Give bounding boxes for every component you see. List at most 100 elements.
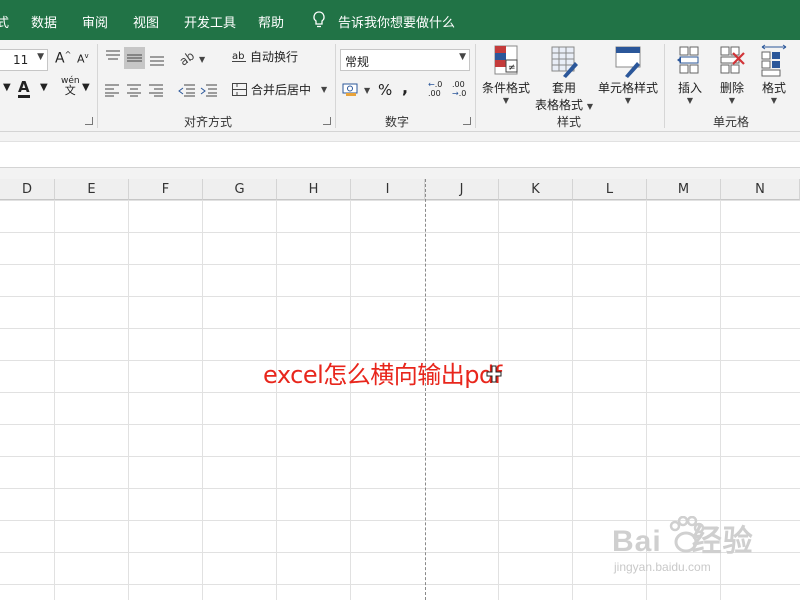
chevron-down-icon: ▼ bbox=[502, 96, 510, 105]
font-dialog-launcher[interactable] bbox=[85, 117, 93, 125]
align-left-icon[interactable] bbox=[104, 83, 120, 97]
shrink-font-button[interactable]: Av bbox=[77, 52, 89, 66]
styles-group-label: 样式 bbox=[557, 115, 582, 129]
chevron-down-icon[interactable]: ▼ bbox=[199, 55, 205, 64]
format-cells-icon bbox=[761, 44, 787, 77]
align-top-icon[interactable] bbox=[104, 49, 122, 63]
column-header-g[interactable]: G bbox=[203, 179, 277, 200]
chevron-down-icon[interactable]: ▼ bbox=[40, 82, 48, 93]
align-center-icon[interactable] bbox=[126, 83, 142, 97]
formula-bar[interactable] bbox=[0, 142, 800, 168]
delete-cells-button[interactable]: 删除 ▼ bbox=[715, 44, 749, 105]
watermark-brand: Bai bbox=[612, 525, 662, 558]
chevron-down-icon: ▼ bbox=[728, 96, 736, 105]
orientation-icon[interactable]: ab bbox=[178, 50, 198, 66]
cells-group-label: 单元格 bbox=[713, 115, 750, 129]
column-header-m[interactable]: M bbox=[647, 179, 721, 200]
insert-cells-button[interactable]: 插入 ▼ bbox=[673, 44, 707, 105]
increase-indent-icon[interactable] bbox=[200, 83, 218, 97]
column-header-j[interactable]: J bbox=[425, 179, 499, 200]
cell-styles-button[interactable]: 单元格样式 ▼ bbox=[597, 44, 659, 105]
gridline bbox=[498, 200, 499, 600]
font-size-value: 11 bbox=[13, 53, 29, 67]
chevron-down-icon[interactable]: ▼ bbox=[364, 86, 370, 95]
tab-data[interactable]: 数据 bbox=[31, 12, 57, 31]
column-header-i[interactable]: I bbox=[351, 179, 425, 200]
column-header-l[interactable]: L bbox=[573, 179, 647, 200]
decrease-indent-icon[interactable] bbox=[178, 83, 196, 97]
tab-help[interactable]: 帮助 bbox=[258, 12, 284, 31]
chevron-down-icon: ▼ bbox=[459, 52, 466, 62]
gridline bbox=[54, 200, 55, 600]
chevron-down-icon[interactable]: ▼ bbox=[82, 82, 90, 93]
chevron-down-icon: ▼ bbox=[37, 52, 44, 62]
gridline bbox=[350, 200, 351, 600]
svg-text:ab: ab bbox=[178, 50, 197, 66]
column-header-h[interactable]: H bbox=[277, 179, 351, 200]
column-header-f[interactable]: F bbox=[129, 179, 203, 200]
percent-style-button[interactable]: % bbox=[378, 81, 392, 99]
number-group-label: 数字 bbox=[385, 115, 410, 129]
merge-center-button[interactable]: 合并后居中 ▼ bbox=[232, 81, 327, 98]
cell-styles-icon bbox=[615, 46, 641, 78]
conditional-formatting-icon: ≠ bbox=[494, 45, 518, 75]
gridline bbox=[128, 200, 129, 600]
format-as-table-label-2: 表格格式 ▼ bbox=[535, 98, 593, 112]
chevron-down-icon: ▼ bbox=[686, 96, 694, 105]
insert-label: 插入 bbox=[677, 81, 702, 95]
gridline bbox=[202, 200, 203, 600]
format-as-table-button[interactable]: 套用 表格格式 ▼ bbox=[534, 44, 594, 113]
format-label: 格式 bbox=[761, 81, 786, 95]
tab-review[interactable]: 审阅 bbox=[82, 12, 108, 31]
align-middle-button[interactable] bbox=[124, 47, 145, 69]
paw-icon bbox=[669, 516, 704, 553]
column-header-d[interactable]: D bbox=[0, 179, 55, 200]
lightbulb-icon[interactable] bbox=[312, 11, 326, 29]
column-header-e[interactable]: E bbox=[55, 179, 129, 200]
group-separator bbox=[97, 44, 98, 128]
format-as-table-label-1: 套用 bbox=[551, 81, 576, 95]
ribbon: 11 ▼ A^ Av ▼ A ▼ wén 文 ▼ ab ▼ ab 自动换行 合并… bbox=[0, 40, 800, 132]
formula-gap bbox=[0, 168, 800, 179]
chevron-down-icon[interactable]: ▼ bbox=[3, 82, 11, 93]
increase-decimal-button[interactable]: ←.0 .00 bbox=[428, 80, 442, 98]
align-right-icon[interactable] bbox=[148, 83, 164, 97]
phonetic-guide-button[interactable]: wén 文 bbox=[61, 76, 80, 96]
number-format-combo[interactable]: 常规 ▼ bbox=[340, 49, 470, 71]
wrap-text-button[interactable]: ab 自动换行 bbox=[232, 48, 298, 65]
wrap-text-label: 自动换行 bbox=[250, 50, 299, 64]
accounting-format-icon[interactable] bbox=[342, 81, 362, 97]
chevron-down-icon: ▼ bbox=[321, 85, 328, 94]
column-header-k[interactable]: K bbox=[499, 179, 573, 200]
number-format-value: 常规 bbox=[345, 55, 370, 69]
format-cells-button[interactable]: 格式 ▼ bbox=[757, 44, 791, 105]
gridline bbox=[276, 200, 277, 600]
tab-view[interactable]: 视图 bbox=[133, 12, 159, 31]
cell-cursor-icon bbox=[486, 365, 502, 383]
svg-text:≠: ≠ bbox=[508, 63, 516, 73]
conditional-formatting-label: 条件格式 bbox=[481, 81, 530, 95]
tab-developer[interactable]: 开发工具 bbox=[184, 12, 236, 31]
font-color-button[interactable]: A bbox=[18, 80, 30, 98]
decrease-decimal-button[interactable]: .00 →.0 bbox=[452, 80, 466, 98]
conditional-formatting-button[interactable]: ≠ 条件格式 ▼ bbox=[480, 44, 532, 105]
chevron-down-icon: ▼ bbox=[770, 96, 778, 105]
alignment-dialog-launcher[interactable] bbox=[323, 117, 331, 125]
tell-me-search[interactable]: 告诉我你想要做什么 bbox=[338, 12, 455, 31]
number-dialog-launcher[interactable] bbox=[463, 117, 471, 125]
font-size-combo[interactable]: 11 ▼ bbox=[0, 49, 48, 71]
group-separator bbox=[475, 44, 476, 128]
align-bottom-icon[interactable] bbox=[148, 49, 166, 67]
format-as-table-icon bbox=[551, 46, 578, 78]
alignment-group-label: 对齐方式 bbox=[184, 115, 233, 129]
phonetic-char-label: 文 bbox=[64, 84, 76, 97]
group-separator bbox=[664, 44, 665, 128]
cell-styles-label: 单元格样式 bbox=[597, 81, 658, 95]
grow-font-button[interactable]: A^ bbox=[55, 50, 71, 67]
tab-formulas-partial[interactable]: 式 bbox=[0, 12, 9, 31]
column-header-n[interactable]: N bbox=[721, 179, 800, 200]
menu-bar: 式 数据 审阅 视图 开发工具 帮助 告诉我你想要做什么 bbox=[0, 0, 800, 40]
gridline bbox=[572, 200, 573, 600]
comma-style-button[interactable]: , bbox=[402, 78, 408, 97]
watermark-url: jingyan.baidu.com bbox=[614, 560, 711, 574]
